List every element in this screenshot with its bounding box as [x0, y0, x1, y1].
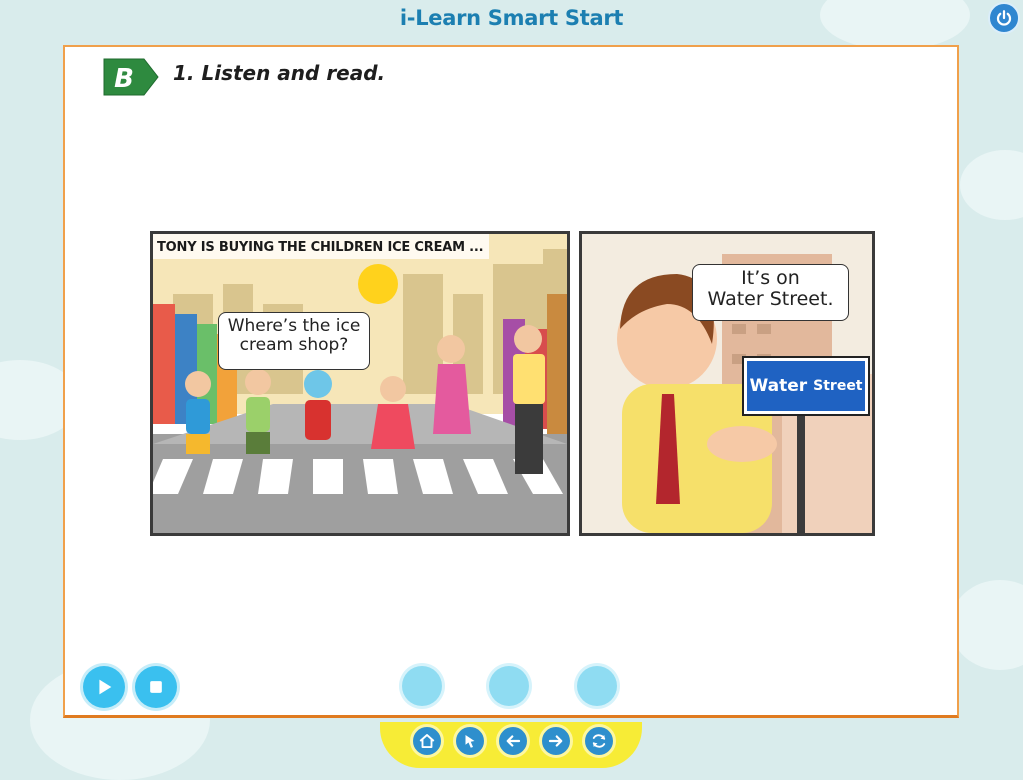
speech-bubble-line: Where’s the ice	[227, 316, 361, 336]
street-sign-word: Water	[749, 376, 808, 396]
section-dot-1[interactable]	[402, 666, 442, 706]
arrow-left-icon	[506, 735, 521, 747]
power-button[interactable]	[988, 2, 1020, 34]
comic-caption: TONY IS BUYING THE CHILDREN ICE CREAM ..…	[153, 234, 490, 259]
play-button[interactable]	[83, 666, 125, 708]
stop-icon	[150, 681, 162, 693]
play-icon	[99, 679, 112, 695]
speech-bubble-question: Where’s the ice cream shop?	[218, 312, 370, 370]
lesson-panel: B 1. Listen and read. TONY IS BUYING THE…	[63, 45, 959, 718]
background-cloud	[950, 580, 1023, 670]
home-icon	[419, 734, 435, 748]
refresh-icon	[592, 734, 606, 748]
street-illustration	[153, 234, 567, 533]
speech-bubble-line: It’s on	[741, 267, 800, 289]
comic-panel-1: TONY IS BUYING THE CHILDREN ICE CREAM ..…	[150, 231, 570, 536]
background-cloud	[960, 150, 1023, 220]
section-dot-2[interactable]	[489, 666, 529, 706]
arrow-right-icon	[548, 735, 563, 747]
app-title: i-Learn Smart Start	[399, 6, 624, 30]
home-button[interactable]	[410, 724, 444, 758]
refresh-button[interactable]	[582, 724, 616, 758]
power-icon	[996, 10, 1012, 26]
cursor-icon	[465, 735, 475, 748]
back-button[interactable]	[496, 724, 530, 758]
section-dot-3[interactable]	[577, 666, 617, 706]
section-badge-label: B	[114, 64, 134, 94]
speech-bubble-answer: It’s on Water Street.	[692, 264, 849, 321]
next-button[interactable]	[539, 724, 573, 758]
speech-bubble-line: cream shop?	[239, 334, 349, 355]
cursor-button[interactable]	[453, 724, 487, 758]
street-sign-word: Street	[813, 378, 863, 394]
section-badge: B	[103, 58, 159, 96]
street-sign: Water Street	[742, 356, 870, 416]
speech-bubble-line: Water Street.	[707, 287, 834, 310]
stop-button[interactable]	[135, 666, 177, 708]
comic-panel-2: It’s on Water Street. Water Street	[579, 231, 875, 536]
section-heading: 1. Listen and read.	[173, 61, 386, 85]
